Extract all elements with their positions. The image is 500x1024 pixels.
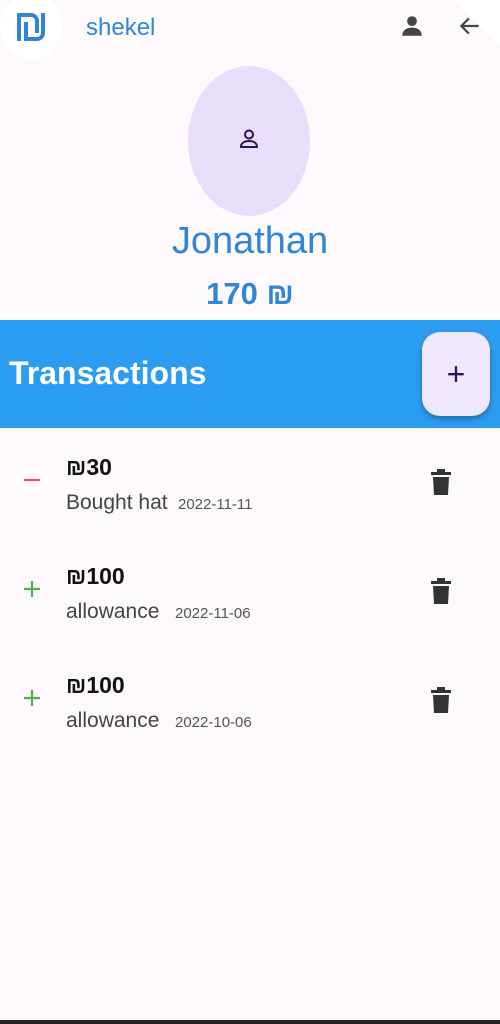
profile-button[interactable]	[396, 12, 428, 44]
transactions-title: Transactions	[9, 355, 207, 391]
transaction-date: 2022-11-06	[175, 605, 251, 622]
delete-transaction-button[interactable]	[425, 686, 457, 718]
page-corner	[456, 0, 500, 44]
transaction-date: 2022-11-11	[178, 496, 253, 513]
transaction-amount: ₪100	[66, 563, 125, 589]
transaction-amount: ₪30	[66, 454, 112, 480]
trash-icon	[430, 577, 452, 609]
minus-icon	[18, 466, 46, 494]
transaction-date: 2022-10-06	[175, 714, 252, 731]
person-outline-icon	[237, 127, 261, 156]
app-title: shekel	[86, 14, 156, 41]
app-logo	[0, 0, 62, 58]
transaction-description: Bought hat	[66, 491, 168, 514]
plus-icon: +	[446, 355, 466, 392]
person-icon	[399, 13, 425, 44]
transaction-row[interactable]: ₪100 allowance 2022-11-06	[0, 537, 500, 646]
shekel-logo-icon	[15, 11, 47, 43]
transactions-list: ₪30 Bought hat 2022-11-11 ₪100 allowance…	[0, 428, 500, 755]
trash-icon	[430, 686, 452, 718]
transaction-amount: ₪100	[66, 672, 125, 698]
plus-icon	[18, 684, 46, 712]
transaction-description: allowance	[66, 709, 160, 732]
trash-icon	[430, 468, 452, 500]
app-screen: shekel Jonathan 170 ₪ Transactions + ₪30…	[0, 0, 500, 1024]
screen-bottom-edge	[0, 1020, 500, 1024]
add-transaction-button[interactable]: +	[422, 332, 490, 416]
app-bar: shekel	[0, 0, 500, 60]
delete-transaction-button[interactable]	[425, 577, 457, 609]
plus-icon	[18, 575, 46, 603]
transaction-row[interactable]: ₪100 allowance 2022-10-06	[0, 646, 500, 755]
transactions-header: Transactions +	[0, 320, 500, 428]
user-balance: 170 ₪	[206, 276, 294, 311]
user-name: Jonathan	[171, 220, 329, 262]
transaction-row[interactable]: ₪30 Bought hat 2022-11-11	[0, 428, 500, 537]
avatar[interactable]	[188, 66, 310, 216]
delete-transaction-button[interactable]	[425, 468, 457, 500]
transaction-description: allowance	[66, 600, 160, 623]
